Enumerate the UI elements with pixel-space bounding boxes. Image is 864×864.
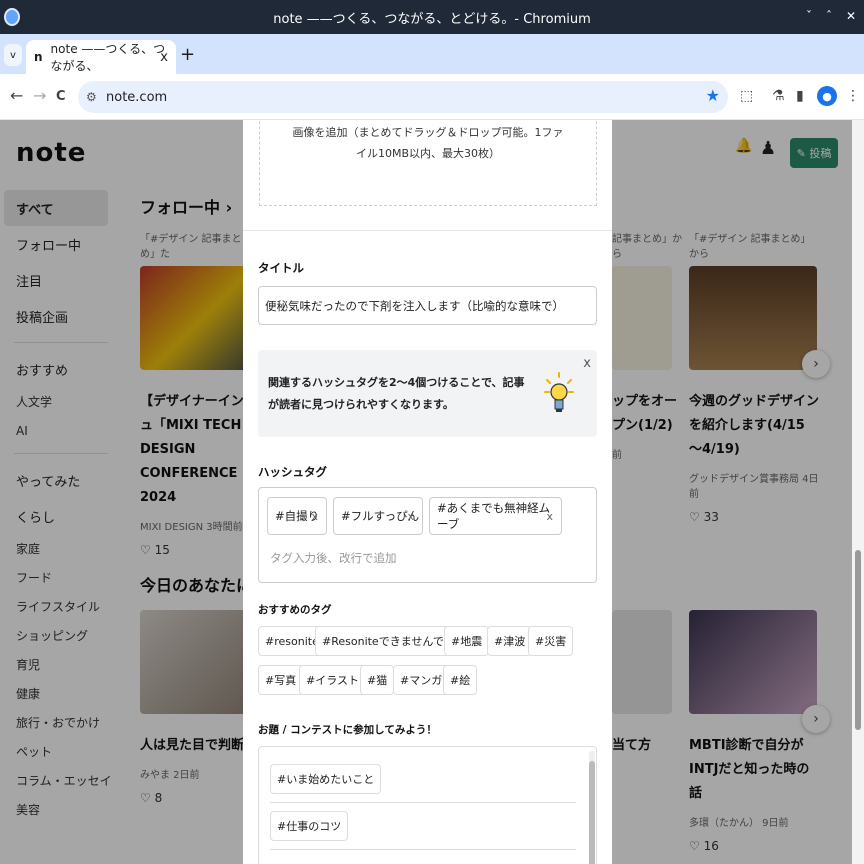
url-text: note.com (106, 89, 168, 105)
browser-toolbar: ← → C ⚙ note.com ★ ⬚ ⚗ ▮ ● ⋮ (0, 74, 864, 120)
contest-divider (270, 849, 576, 850)
tab-strip: v n note ——つくる、つながる、 x + (0, 34, 864, 74)
hashtag-chip-label: #あくまでも無神経ムーブ (437, 501, 551, 531)
window-title: note ——つくる、つながる、とどける。- Chromium (273, 11, 591, 27)
suggested-tag[interactable]: #津波 (487, 626, 533, 656)
hashtag-chip[interactable]: #自撮り x (267, 497, 327, 535)
contest-divider (270, 802, 576, 803)
remove-tag-icon[interactable]: x (546, 510, 553, 523)
contest-tag[interactable]: #仕事のコツ (270, 811, 349, 841)
suggested-tag[interactable]: #猫 (360, 665, 395, 695)
remove-tag-icon[interactable]: x (407, 510, 414, 523)
suggested-tag[interactable]: #地震 (444, 626, 490, 656)
bookmark-star-icon[interactable]: ★ (706, 86, 720, 105)
new-tab-button[interactable]: + (180, 44, 195, 65)
address-bar[interactable]: ⚙ note.com ★ (78, 81, 728, 113)
contest-tag[interactable]: #いま始めたいこと (270, 764, 382, 794)
contest-scrollbar-thumb[interactable] (589, 761, 595, 864)
menu-kebab-icon[interactable]: ⋮ (846, 88, 860, 104)
page-scrollbar-thumb[interactable] (855, 550, 861, 730)
hashtag-input-box[interactable]: #自撮り x #フルすっぴん x #あくまでも無神経ムーブ x タグ入力後、改行… (258, 487, 597, 583)
minimize-button[interactable]: ˇ (806, 9, 812, 23)
close-window-button[interactable]: ✕ (846, 9, 856, 23)
labs-flask-icon[interactable]: ⚗ (772, 88, 785, 104)
lightbulb-icon (544, 372, 574, 412)
hashtag-tip-text: 関連するハッシュタグを2〜4個つけることで、記事が読者に見つけられやすくなります… (268, 376, 525, 411)
window-titlebar: note ——つくる、つながる、とどける。- Chromium ˇ ˆ ✕ (0, 0, 864, 34)
contest-list[interactable]: #いま始めたいこと #仕事のコツ (258, 746, 597, 864)
site-info-icon[interactable]: ⚙ (86, 90, 97, 104)
suggested-tag[interactable]: #マンガ (393, 665, 450, 695)
hashtag-input[interactable]: タグ入力後、改行で追加 (270, 550, 397, 566)
modal-divider (243, 230, 612, 231)
image-upload-area[interactable]: 画像を追加（まとめてドラッグ＆ドロップ可能。1ファイル10MB以内、最大30枚） (259, 120, 597, 206)
maximize-button[interactable]: ˆ (826, 9, 832, 23)
window-controls: ˇ ˆ ✕ (806, 9, 856, 23)
chromium-icon (4, 8, 20, 26)
browser-tab[interactable]: n note ——つくる、つながる、 x (26, 40, 176, 74)
title-label: タイトル (258, 261, 304, 275)
suggested-tag[interactable]: #絵 (443, 665, 478, 695)
hashtag-chip[interactable]: #フルすっぴん x (333, 497, 423, 535)
side-panel-icon[interactable]: ▮ (796, 88, 804, 104)
upload-instructions: 画像を追加（まとめてドラッグ＆ドロップ可能。1ファイル10MB以内、最大30枚） (292, 126, 564, 160)
tab-title: note ——つくる、つながる、 (50, 42, 166, 73)
contest-label: お題 / コンテストに参加してみよう！ (258, 724, 437, 736)
tip-close-button[interactable]: x (583, 356, 591, 371)
remove-tag-icon[interactable]: x (311, 510, 318, 523)
suggested-tag[interactable]: #イラスト (299, 665, 366, 695)
reload-button[interactable]: C (56, 89, 66, 104)
forward-button[interactable]: → (33, 86, 46, 105)
title-input[interactable]: 便秘気味だったので下剤を注入します（比喩的な意味で） (258, 286, 597, 325)
tab-search-button[interactable]: v (4, 44, 22, 66)
tab-close-button[interactable]: x (160, 50, 168, 65)
page-scrollbar[interactable] (852, 120, 864, 864)
extensions-icon[interactable]: ⬚ (740, 88, 753, 104)
suggested-tag[interactable]: #災害 (528, 626, 574, 656)
publish-settings-modal: 画像を追加（まとめてドラッグ＆ドロップ可能。1ファイル10MB以内、最大30枚）… (243, 120, 612, 864)
suggested-tag[interactable]: #写真 (258, 665, 304, 695)
profile-avatar-icon[interactable]: ● (817, 86, 837, 106)
suggested-tags-label: おすすめのタグ (258, 604, 332, 616)
note-favicon-icon: n (34, 50, 43, 64)
hashtag-chip[interactable]: #あくまでも無神経ムーブ x (429, 497, 562, 535)
hashtag-label: ハッシュタグ (258, 465, 327, 479)
hashtag-tip: 関連するハッシュタグを2〜4個つけることで、記事が読者に見つけられやすくなります… (258, 350, 597, 437)
back-button[interactable]: ← (10, 86, 23, 105)
